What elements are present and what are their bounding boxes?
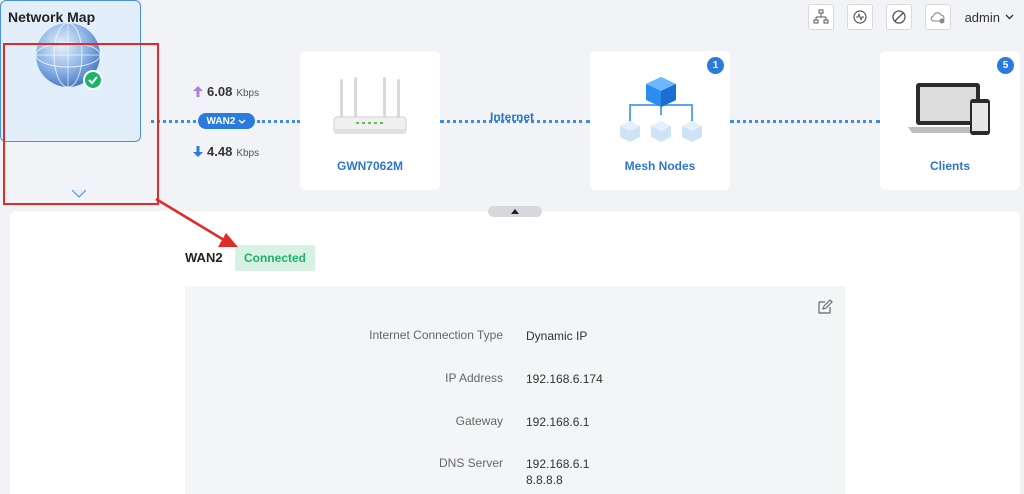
collapse-button[interactable] xyxy=(488,206,542,217)
mesh-nodes-node[interactable]: 1 Mesh Nodes xyxy=(590,51,730,190)
row-label: DNS Server xyxy=(438,456,503,470)
chevron-down-icon xyxy=(1005,14,1014,20)
clients-node[interactable]: 5 Clients xyxy=(880,51,1020,190)
row-value: 192.168.6.1 8.8.8.8 xyxy=(526,456,589,488)
row-value: Dynamic IP xyxy=(526,329,588,343)
wan-select-label: WAN2 xyxy=(206,115,236,127)
diagnostics-icon xyxy=(852,10,867,24)
edit-icon[interactable] xyxy=(817,299,833,315)
download-value: 4.48 xyxy=(207,144,233,159)
mesh-label: Mesh Nodes xyxy=(624,159,696,173)
cloud-icon xyxy=(930,12,945,24)
row-label: Gateway xyxy=(455,414,503,428)
topology-button[interactable] xyxy=(807,4,834,30)
highlight-box xyxy=(3,43,159,205)
laptop-phone-icon xyxy=(908,83,990,135)
cloud-button[interactable] xyxy=(924,4,951,30)
user-menu[interactable]: admin xyxy=(965,10,1014,25)
user-name: admin xyxy=(964,9,1000,25)
block-button[interactable] xyxy=(885,4,912,30)
arrow-up-icon xyxy=(193,86,203,97)
row-label: Internet Connection Type xyxy=(369,328,503,342)
block-icon xyxy=(891,10,906,24)
wan-info-box: Internet Connection Type Dynamic IP IP A… xyxy=(185,286,845,494)
annotation-arrow xyxy=(155,197,238,247)
upload-rate: 6.08 Kbps xyxy=(193,84,259,99)
dns-primary: 192.168.6.1 xyxy=(526,457,590,471)
top-actions: admin xyxy=(807,4,1014,30)
clients-count-badge: 5 xyxy=(997,57,1014,74)
caret-up-icon xyxy=(511,209,519,214)
download-rate: 4.48 Kbps xyxy=(193,144,259,159)
row-value: 192.168.6.1 xyxy=(526,415,590,429)
chevron-down-icon xyxy=(238,119,246,124)
wan-select[interactable]: WAN2 xyxy=(198,113,255,129)
upload-value: 6.08 xyxy=(207,84,233,99)
router-node[interactable]: GWN7062M xyxy=(300,51,440,190)
diagnostics-button[interactable] xyxy=(846,4,873,30)
router-icon xyxy=(333,77,407,134)
download-unit: Kbps xyxy=(236,148,260,159)
mesh-count-badge: 1 xyxy=(707,57,724,74)
row-label: IP Address xyxy=(445,371,503,385)
mesh-topology-icon xyxy=(620,77,702,142)
clients-label: Clients xyxy=(929,159,970,173)
dns-secondary: 8.8.8.8 xyxy=(526,473,563,487)
upload-unit: Kbps xyxy=(236,88,260,99)
topology-icon xyxy=(813,9,829,24)
router-label: GWN7062M xyxy=(336,159,404,173)
row-value: 192.168.6.174 xyxy=(526,372,603,386)
arrow-down-icon xyxy=(193,146,203,157)
